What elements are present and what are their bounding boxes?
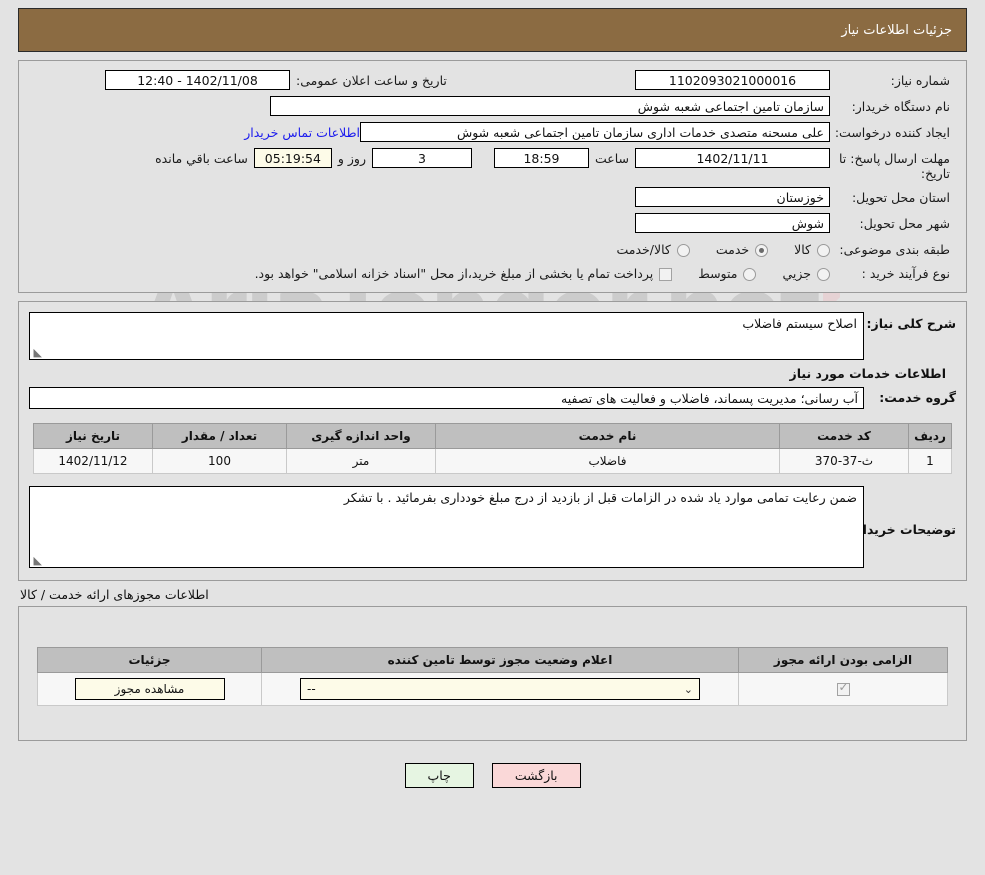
buyer-org-value: سازمان تامین اجتماعی شعبه شوش	[270, 96, 830, 116]
need-description-text: اصلاح سیستم فاضلاب	[742, 316, 857, 331]
radio-jozii-label: جزیي	[782, 266, 811, 281]
deadline-time-value: 18:59	[493, 148, 589, 168]
category-label: طبقه بندی موضوعی:	[839, 242, 950, 257]
col-name: نام خدمت	[435, 423, 780, 449]
city-value: شوش	[635, 213, 830, 233]
deadline-time-label: ساعت	[594, 151, 629, 166]
service-details-panel: شرح کلی نیاز: اصلاح سیستم فاضلاب ◣ اطلاع…	[18, 301, 967, 581]
print-button[interactable]: چاپ	[404, 763, 474, 788]
city-label: شهر محل تحویل:	[859, 216, 950, 231]
resize-grip-icon-notes[interactable]: ◣	[32, 555, 42, 566]
cell-permit-status: ⌄ --	[261, 672, 739, 706]
radio-option-motevaset[interactable]: متوسط	[698, 264, 757, 281]
announce-label: تاریخ و ساعت اعلان عمومی:	[296, 73, 447, 88]
deadline-label: مهلت ارسال پاسخ: تا تاریخ:	[839, 151, 950, 181]
permit-status-select[interactable]: ⌄ --	[300, 678, 700, 700]
radio-motevaset-label: متوسط	[698, 266, 738, 281]
deadline-date-value: 1402/11/11	[635, 148, 830, 168]
radio-khedmat-label: خدمت	[715, 242, 750, 257]
col-row: ردیف	[908, 423, 952, 449]
radio-jozii-icon[interactable]	[817, 268, 830, 281]
row-deadline: مهلت ارسال پاسخ: تا تاریخ: 1402/11/11 سا…	[25, 145, 960, 184]
permit-status-value: --	[307, 682, 316, 696]
service-group-label: گروه خدمت:	[879, 390, 956, 405]
radio-option-kala-khedmat[interactable]: کالا/خدمت	[616, 240, 690, 257]
page-header: جزئیات اطلاعات نیاز	[18, 8, 967, 52]
col-code: کد خدمت	[779, 423, 909, 449]
page-root: AriaTender.net جزئیات اطلاعات نیاز شماره…	[0, 0, 985, 875]
row-need-number: شماره نیاز: 1102093021000016 تاریخ و ساع…	[25, 67, 960, 93]
countdown-value: 05:19:54	[253, 148, 332, 168]
col-permit-status: اعلام وضعیت مجوز توسط تامین کننده	[261, 647, 739, 673]
countdown-label: ساعت باقي مانده	[155, 151, 248, 166]
need-number-label: شماره نیاز:	[890, 73, 950, 88]
radio-kala-icon[interactable]	[817, 244, 830, 257]
radio-khedmat-icon[interactable]	[755, 244, 769, 257]
permits-table-header-row: الزامی بودن ارائه مجوز اعلام وضعیت مجوز …	[37, 647, 948, 673]
cell-code: ث-37-370	[779, 448, 909, 474]
announce-value: 1402/11/08 - 12:40	[105, 70, 290, 90]
province-label: استان محل تحویل:	[851, 190, 950, 205]
treasury-checkbox-icon[interactable]	[659, 268, 673, 281]
cell-quantity: 100	[152, 448, 287, 474]
process-label: نوع فرآیند خرید :	[861, 266, 950, 281]
items-table-header-row: ردیف کد خدمت نام خدمت واحد اندازه گیری ت…	[33, 423, 952, 449]
radio-kala-khedmat-label: کالا/خدمت	[616, 242, 671, 257]
col-permit-required: الزامی بودن ارائه مجوز	[738, 647, 948, 673]
days-remaining-label: روز و	[337, 151, 366, 166]
permits-caption: اطلاعات مجوزهای ارائه خدمت / کالا	[20, 587, 209, 602]
permit-required-checkbox-icon	[836, 680, 850, 696]
row-buyer-org: نام دستگاه خریدار: سازمان تامین اجتماعی …	[25, 93, 960, 119]
radio-option-khedmat[interactable]: خدمت	[715, 240, 769, 257]
buyer-contact-link[interactable]: اطلاعات تماس خریدار	[244, 122, 360, 140]
radio-kala-khedmat-icon[interactable]	[676, 244, 690, 257]
chevron-down-icon: ⌄	[683, 682, 693, 696]
cell-name: فاضلاب	[435, 448, 780, 474]
need-description-value[interactable]: اصلاح سیستم فاضلاب ◣	[29, 312, 864, 360]
radio-option-kala[interactable]: کالا	[794, 240, 830, 257]
view-permit-button[interactable]: مشاهده مجوز	[74, 678, 225, 700]
treasury-note-label: پرداخت تمام یا بخشی از مبلغ خرید،از محل …	[254, 266, 654, 281]
need-number-value: 1102093021000016	[635, 70, 830, 90]
creator-value: علی مسحنه متصدی خدمات اداری سازمان تامین…	[360, 122, 830, 142]
items-table: ردیف کد خدمت نام خدمت واحد اندازه گیری ت…	[33, 423, 952, 474]
buyer-notes-text: ضمن رعایت تمامی موارد یاد شده در الزامات…	[343, 490, 857, 505]
radio-motevaset-icon[interactable]	[743, 268, 757, 281]
col-unit: واحد اندازه گیری	[286, 423, 436, 449]
permits-table: الزامی بودن ارائه مجوز اعلام وضعیت مجوز …	[37, 647, 948, 706]
radio-option-jozii[interactable]: جزیي	[782, 264, 830, 281]
creator-label: ایجاد کننده درخواست:	[834, 125, 950, 140]
service-group-value: آب رسانی؛ مدیریت پسماند، فاضلاب و فعالیت…	[29, 387, 864, 409]
cell-date: 1402/11/12	[33, 448, 153, 474]
row-category: طبقه بندی موضوعی: کالا خدمت کالا/خدمت	[25, 236, 960, 260]
cell-permit-details: مشاهده مجوز	[37, 672, 262, 706]
province-value: خوزستان	[635, 187, 830, 207]
row-province: استان محل تحویل: خوزستان	[25, 184, 960, 210]
buyer-org-label: نام دستگاه خریدار:	[851, 99, 950, 114]
cell-unit: متر	[286, 448, 436, 474]
services-section-heading: اطلاعات خدمات مورد نیاز	[789, 366, 947, 381]
need-description-label: شرح کلی نیاز:	[866, 316, 956, 331]
need-info-panel: شماره نیاز: 1102093021000016 تاریخ و ساع…	[18, 60, 967, 293]
row-city: شهر محل تحویل: شوش	[25, 210, 960, 236]
row-process: نوع فرآیند خرید : جزیي متوسط پرداخت تمام…	[25, 260, 960, 284]
permits-panel: الزامی بودن ارائه مجوز اعلام وضعیت مجوز …	[18, 606, 967, 741]
days-remaining-value: 3	[371, 148, 472, 168]
page-title: جزئیات اطلاعات نیاز	[841, 22, 952, 38]
buyer-notes-label: توضیحات خریدار:	[850, 522, 956, 537]
col-permit-details: جزئیات	[37, 647, 262, 673]
radio-kala-label: کالا	[794, 242, 811, 257]
treasury-checkbox-option[interactable]: پرداخت تمام یا بخشی از مبلغ خرید،از محل …	[255, 264, 673, 281]
resize-grip-icon[interactable]: ◣	[32, 347, 42, 358]
buyer-notes-value[interactable]: ضمن رعایت تمامی موارد یاد شده در الزامات…	[29, 486, 864, 568]
footer-actions: بازگشت چاپ	[0, 741, 985, 798]
cell-row: 1	[908, 448, 952, 474]
back-button[interactable]: بازگشت	[491, 763, 581, 788]
cell-permit-required	[738, 672, 948, 706]
col-quantity: تعداد / مقدار	[152, 423, 287, 449]
row-creator: ایجاد کننده درخواست: علی مسحنه متصدی خدم…	[25, 119, 960, 145]
table-row: 1 ث-37-370 فاضلاب متر 100 1402/11/12	[33, 448, 952, 474]
col-date: تاریخ نیاز	[33, 423, 153, 449]
table-row: ⌄ -- مشاهده مجوز	[37, 672, 948, 706]
